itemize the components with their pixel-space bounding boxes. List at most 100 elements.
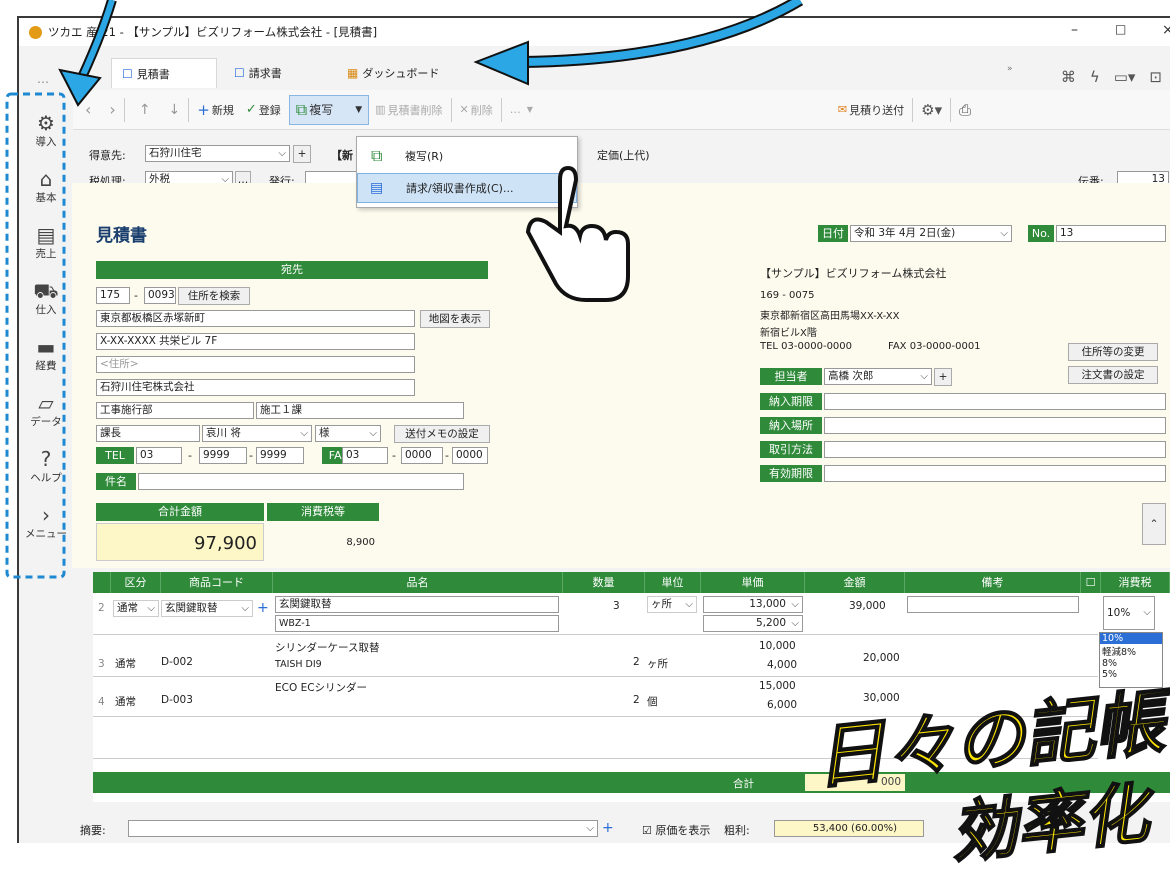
tax-rate-select[interactable]: 10% xyxy=(1103,596,1155,630)
quote-number[interactable]: 13 xyxy=(1056,225,1166,242)
cost-cell[interactable]: 4,000 xyxy=(767,659,797,671)
register-button[interactable]: ✓ 登録 xyxy=(246,102,281,118)
price-cell[interactable]: 10,000 xyxy=(759,640,796,652)
kind-cell[interactable]: 通常 xyxy=(115,656,136,671)
price-cell[interactable]: 15,000 xyxy=(759,680,796,692)
menu-item-copy[interactable]: ⧉ 複写(R) xyxy=(357,141,577,171)
unit-cell[interactable]: 個 xyxy=(647,694,658,709)
bookmark-icon[interactable]: ⌘ xyxy=(1061,68,1076,86)
qty-cell[interactable]: 2 xyxy=(633,694,640,706)
tel-field-3[interactable]: 9999 xyxy=(256,447,304,464)
export-icon[interactable]: ⊡ xyxy=(1149,68,1162,86)
tab-invoice[interactable]: ☐ 請求書 xyxy=(224,58,324,88)
collapse-up-icon[interactable]: ⌃ xyxy=(1142,503,1166,545)
item-name-cell[interactable]: ECO ECシリンダー xyxy=(275,680,367,695)
sidebar-item-help[interactable]: ? ヘルプ xyxy=(19,448,73,485)
add-row-icon[interactable]: + xyxy=(257,600,269,616)
sidebar-item-expense[interactable]: ▬ 経費 xyxy=(19,336,73,373)
date-select[interactable]: 令和 3年 4月 2日(金) xyxy=(850,225,1012,242)
fax-field-2[interactable]: 0000 xyxy=(401,447,443,464)
address-line-2[interactable]: X-XX-XXXX 共栄ビル 7F xyxy=(96,333,415,350)
tax-option[interactable]: 軽減8% xyxy=(1100,644,1162,658)
address-line-1[interactable]: 東京都板橋区赤塚新町 xyxy=(96,310,415,327)
recipient-title[interactable]: 課長 xyxy=(96,425,200,442)
recipient-section[interactable]: 施工１課 xyxy=(256,402,464,419)
summary-select[interactable] xyxy=(128,820,598,837)
flash-icon[interactable]: ϟ xyxy=(1090,68,1100,86)
order-settings-button[interactable]: 注文書の設定 xyxy=(1068,366,1158,384)
tel-field-2[interactable]: 9999 xyxy=(199,447,247,464)
memo-icon[interactable]: ☐ xyxy=(1081,572,1101,593)
item-sub-cell[interactable]: TAISH DI9 xyxy=(275,659,322,670)
tab-quote[interactable]: ☐ 見積書 xyxy=(111,58,217,88)
menu-item-create-invoice[interactable]: ▤ 請求/領収書作成(C)... xyxy=(357,173,577,203)
overflow-chevron-icon[interactable]: » xyxy=(1007,64,1013,74)
cost-cell[interactable]: 6,000 xyxy=(767,699,797,711)
close-button[interactable]: × xyxy=(1162,22,1170,38)
maximize-button[interactable]: □ xyxy=(1115,22,1126,36)
terms-field[interactable] xyxy=(824,441,1166,458)
settings-icon[interactable]: ⚙▾ xyxy=(921,101,942,119)
honorific-select[interactable]: 様 xyxy=(315,425,381,442)
add-customer-button[interactable]: + xyxy=(293,145,311,163)
customer-select[interactable]: 石狩川住宅 xyxy=(145,145,290,162)
fax-field-3[interactable]: 0000 xyxy=(452,447,488,464)
unit-cell[interactable]: ヶ所 xyxy=(647,656,668,671)
add-staff-button[interactable]: + xyxy=(934,368,952,386)
send-memo-button[interactable]: 送付メモの設定 xyxy=(394,425,490,443)
recipient-person[interactable]: 哀川 将 xyxy=(202,425,312,442)
tax-option[interactable]: 10% xyxy=(1100,633,1162,644)
cost-field[interactable]: 5,200 xyxy=(703,615,803,632)
valid-field[interactable] xyxy=(824,465,1166,482)
up-icon[interactable]: ↑ xyxy=(139,102,151,118)
subject-field[interactable] xyxy=(138,473,464,490)
item-sub-field[interactable]: WBZ-1 xyxy=(275,615,559,632)
add-summary-icon[interactable]: + xyxy=(602,820,614,836)
change-address-button[interactable]: 住所等の変更 xyxy=(1068,343,1158,361)
price-field[interactable]: 13,000 xyxy=(703,596,803,613)
item-name-field[interactable]: 玄関鍵取替 xyxy=(275,596,559,613)
fax-field-1[interactable]: 03 xyxy=(342,447,388,464)
code-select[interactable]: 玄関鍵取替 xyxy=(161,600,253,617)
address-line-3[interactable]: <住所> xyxy=(96,356,415,373)
sidebar-item-menu[interactable]: › メニュー xyxy=(19,504,73,541)
item-name-cell[interactable]: シリンダーケース取替 xyxy=(275,640,379,655)
recipient-department[interactable]: 工事施行部 xyxy=(96,402,254,419)
due-field[interactable] xyxy=(824,393,1166,410)
print-icon[interactable]: ⎙ xyxy=(959,101,971,119)
note-field[interactable] xyxy=(907,596,1079,613)
more-button[interactable]: … ▼ xyxy=(510,103,533,116)
recipient-company[interactable]: 石狩川住宅株式会社 xyxy=(96,379,415,396)
sidebar-item-basic[interactable]: ⌂ 基本 xyxy=(19,168,73,205)
layout-icon[interactable]: ▭▾ xyxy=(1114,68,1136,86)
search-address-button[interactable]: 住所を検索 xyxy=(178,287,250,305)
down-icon[interactable]: ↓ xyxy=(169,102,181,118)
tab-dashboard[interactable]: ▦ ダッシュボード xyxy=(337,58,467,88)
code-cell[interactable]: D-003 xyxy=(161,694,193,706)
send-quote-button[interactable]: ✉ 見積り送付 xyxy=(838,102,904,118)
sidebar-item-setup[interactable]: ⚙ 導入 xyxy=(19,112,73,149)
qty-cell[interactable]: 3 xyxy=(613,600,620,612)
code-cell[interactable]: D-002 xyxy=(161,656,193,668)
dropdown-arrow-icon[interactable]: ▼ xyxy=(355,105,362,115)
zip-field-2[interactable]: 0093 xyxy=(144,287,176,304)
sidebar-item-sales[interactable]: ▤ 売上 xyxy=(19,224,73,261)
show-map-button[interactable]: 地図を表示 xyxy=(420,310,490,328)
kind-select[interactable]: 通常 xyxy=(113,600,159,617)
staff-select[interactable]: 高橋 次郎 xyxy=(824,368,932,385)
sidebar-item-purchase[interactable]: ⛟ 仕入 xyxy=(19,280,73,317)
more-icon[interactable]: … xyxy=(37,72,50,86)
delete-quote-button[interactable]: ▥ 見積書削除 xyxy=(375,102,442,118)
place-field[interactable] xyxy=(824,417,1166,434)
back-icon[interactable]: ‹ xyxy=(85,100,91,119)
delete-button[interactable]: ✕ 削除 xyxy=(460,102,493,118)
forward-icon[interactable]: › xyxy=(109,100,115,119)
zip-field-1[interactable]: 175 xyxy=(96,287,130,304)
sidebar-item-data[interactable]: ▱ データ xyxy=(19,392,73,429)
kind-cell[interactable]: 通常 xyxy=(115,694,136,709)
unit-select[interactable]: ヶ所 xyxy=(647,596,697,613)
qty-cell[interactable]: 2 xyxy=(633,656,640,668)
copy-button[interactable]: ⧉ 複写 ▼ xyxy=(288,94,370,125)
tel-field-1[interactable]: 03 xyxy=(136,447,182,464)
show-cost-checkbox[interactable]: ☑ 原価を表示 xyxy=(642,822,710,838)
